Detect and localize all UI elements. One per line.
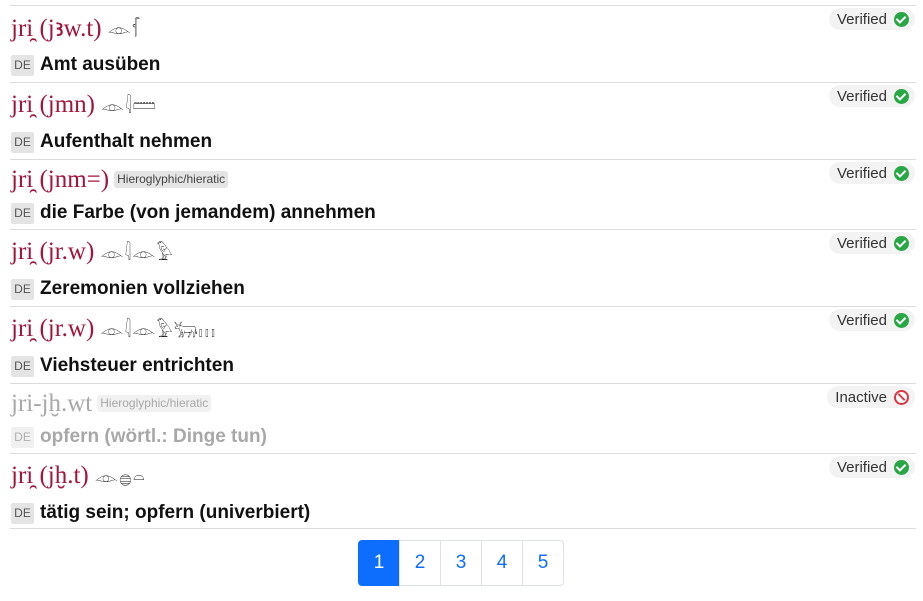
hieroglyph-spelling: 𓁹𓐍𓏏 xyxy=(94,467,146,489)
status-badge: Verified xyxy=(828,85,915,107)
list-item: jri̯ (jḫ.t) 𓁹𓐍𓏏 Verified DE tätig sein; opfe… xyxy=(10,453,916,530)
check-circle-icon xyxy=(894,11,909,27)
script-badge: Hieroglyphic/hieratic xyxy=(114,170,229,188)
translation-line: DE Viehsteuer entrichten xyxy=(11,355,234,377)
translation-line: DE Zeremonien vollziehen xyxy=(11,278,245,300)
lemma-heading: jri̯ (jnm=) Hieroglyphic/hieratic xyxy=(11,166,229,194)
language-badge: DE xyxy=(11,502,34,524)
check-circle-icon xyxy=(894,459,909,475)
lemma-transliteration-link[interactable]: jri-jḫ.wt xyxy=(11,390,92,418)
status-badge: Verified xyxy=(828,8,915,30)
lemma-transliteration-link[interactable]: jri̯ (jmn) xyxy=(11,91,95,119)
status-badge: Inactive xyxy=(827,386,915,408)
lemma-transliteration-link[interactable]: jri̯ (jꜣw.t) xyxy=(11,13,102,43)
status-label: Verified xyxy=(836,234,887,252)
list-item: jri̯ (jmn) 𓁹𓇋𓏠 Verified DE Aufenthalt nehmen xyxy=(10,82,916,159)
status-label: Verified xyxy=(836,10,887,28)
language-badge: DE xyxy=(11,202,34,224)
status-label: Verified xyxy=(836,87,887,105)
translation-line: DE die Farbe (von jemandem) annehmen xyxy=(11,202,376,224)
language-badge: DE xyxy=(11,278,34,300)
hieroglyph-spelling: 𓁹𓇋𓁹𓅱𓃒𓏥 xyxy=(100,320,217,342)
page-3-button[interactable]: 3 xyxy=(440,540,482,586)
status-label: Verified xyxy=(836,164,887,182)
translation-line: DE opfern (wörtl.: Dinge tun) xyxy=(11,426,267,448)
language-badge: DE xyxy=(11,54,34,76)
language-badge: DE xyxy=(11,131,34,153)
status-label: Verified xyxy=(836,311,887,329)
hieroglyph-spelling: 𓁹𓇋𓁹𓅱 xyxy=(100,243,174,265)
ban-icon xyxy=(894,389,909,405)
status-badge: Verified xyxy=(828,309,915,331)
translation-text: tätig sein; opfern (univerbiert) xyxy=(40,502,311,523)
lemma-transliteration-link[interactable]: jri̯ (jr.w) xyxy=(11,238,94,266)
list-divider xyxy=(10,528,916,529)
translation-text: Aufenthalt nehmen xyxy=(40,131,213,152)
list-item: jri-jḫ.wt Hieroglyphic/hieratic Inactive DE… xyxy=(10,383,916,453)
lemma-heading: jri-jḫ.wt Hieroglyphic/hieratic xyxy=(11,390,212,418)
page-2-button[interactable]: 2 xyxy=(399,540,441,586)
check-circle-icon xyxy=(894,165,909,181)
hieroglyph-spelling: 𓁹𓆳 xyxy=(107,19,142,41)
check-circle-icon xyxy=(894,312,909,328)
status-label: Verified xyxy=(836,458,887,476)
translation-text: Amt ausüben xyxy=(40,54,161,75)
lemma-heading: jri̯ (jr.w) 𓁹𓇋𓁹𓅱 xyxy=(11,236,174,267)
translation-line: DE Amt ausüben xyxy=(11,54,160,76)
page-5-button[interactable]: 5 xyxy=(522,540,564,586)
translation-text: die Farbe (von jemandem) annehmen xyxy=(40,202,376,223)
translation-line: DE tätig sein; opfern (univerbiert) xyxy=(11,502,310,524)
status-label: Inactive xyxy=(835,388,887,406)
list-item: jri̯ (jr.w) 𓁹𓇋𓁹𓅱 Verified DE Zeremonien voll… xyxy=(10,229,916,306)
translation-text: Zeremonien vollziehen xyxy=(40,278,245,299)
list-item: jri̯ (jr.w) 𓁹𓇋𓁹𓅱𓃒𓏥 Verified DE Viehsteuer en… xyxy=(10,306,916,383)
status-badge: Verified xyxy=(828,232,915,254)
lemma-heading: jri̯ (jḫ.t) 𓁹𓐍𓏏 xyxy=(11,460,146,491)
status-badge: Verified xyxy=(828,456,915,478)
translation-text: opfern (wörtl.: Dinge tun) xyxy=(40,426,267,447)
list-item: jri̯ (jnm=) Hieroglyphic/hieratic Verified… xyxy=(10,159,916,229)
page-4-button[interactable]: 4 xyxy=(481,540,523,586)
status-badge: Verified xyxy=(828,162,915,184)
check-circle-icon xyxy=(894,88,909,104)
lemma-transliteration-link[interactable]: jri̯ (jr.w) xyxy=(11,315,94,343)
lemma-heading: jri̯ (jr.w) 𓁹𓇋𓁹𓅱𓃒𓏥 xyxy=(11,313,216,344)
lemma-heading: jri̯ (jꜣw.t) 𓁹𓆳 xyxy=(11,12,141,43)
hieroglyph-spelling: 𓁹𓇋𓏠 xyxy=(101,96,157,118)
lemma-transliteration-link[interactable]: jri̯ (jḫ.t) xyxy=(11,462,89,490)
page-1-button[interactable]: 1 xyxy=(358,540,400,586)
script-badge: Hieroglyphic/hieratic xyxy=(97,394,212,412)
language-badge: DE xyxy=(11,355,34,377)
language-badge: DE xyxy=(11,426,34,448)
lemma-transliteration-link[interactable]: jri̯ (jnm=) xyxy=(11,166,109,194)
translation-text: Viehsteuer entrichten xyxy=(40,355,234,376)
lemma-results-list: jri̯ (jꜣw.t) 𓁹𓆳 Verified DE Amt ausüben jri̯ … xyxy=(10,5,916,530)
pagination: 12345 xyxy=(358,540,564,586)
lemma-heading: jri̯ (jmn) 𓁹𓇋𓏠 xyxy=(11,89,157,120)
list-item: jri̯ (jꜣw.t) 𓁹𓆳 Verified DE Amt ausüben xyxy=(10,5,916,82)
check-circle-icon xyxy=(894,235,909,251)
translation-line: DE Aufenthalt nehmen xyxy=(11,131,212,153)
